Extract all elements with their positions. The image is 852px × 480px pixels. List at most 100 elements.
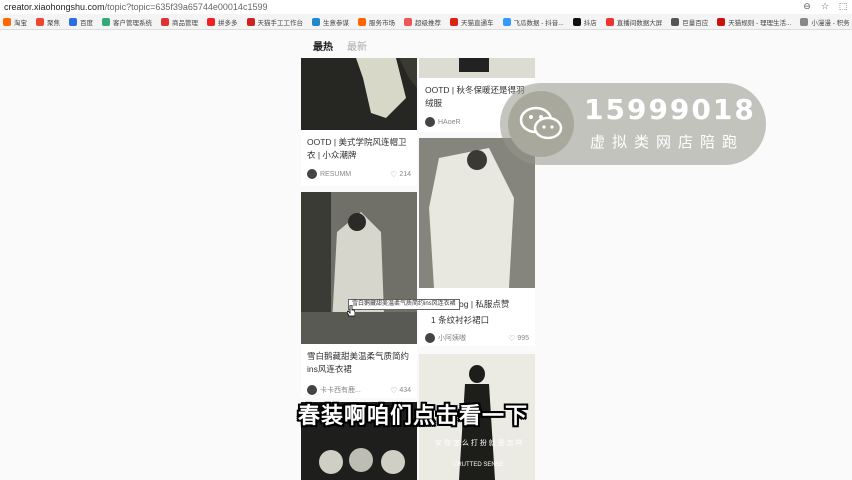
bookmark-item[interactable]: 聚焦 — [36, 17, 60, 27]
video-subtitle: 春装啊咱们点击看一下 — [298, 403, 529, 428]
note-cover-image[interactable] — [301, 192, 417, 344]
bookmark-label: 直播间数据大屏 — [616, 19, 663, 27]
note-title[interactable]: og | 私服点赞 — [459, 298, 529, 311]
zoom-icon[interactable]: ⊖ — [802, 1, 812, 11]
note-card-left-2[interactable]: 雪白鹅藏甜美温柔气质简约ins风连衣裙 卡卡西有鹿... ♡ 434 — [301, 192, 417, 398]
bookmark-item[interactable]: 飞瓜数据 - 抖音... — [502, 17, 564, 27]
author-name[interactable]: RESUMM — [320, 171, 390, 178]
bookmark-label: 巨量百应 — [682, 19, 709, 27]
bookmark-label: 客户管理系统 — [113, 19, 152, 27]
url-text[interactable]: creator.xiaohongshu.com/topic?topic=635f… — [4, 2, 267, 12]
bookmark-item[interactable]: 生意参谋 — [312, 17, 349, 27]
bookmark-label: 飞瓜数据 - 抖音... — [513, 19, 564, 27]
bookmark-item[interactable]: 商品管理 — [161, 17, 198, 27]
wechat-icon — [508, 91, 574, 157]
bookmark-item[interactable]: 客户管理系统 — [102, 17, 152, 27]
bookmark-label: 抖店 — [583, 19, 597, 27]
cover-graphic — [419, 138, 535, 288]
favicon-icon — [671, 17, 680, 26]
watermark-phone: 15999018 — [584, 93, 756, 126]
bookmark-item[interactable]: 天猫规则 - 理理生活... — [717, 17, 791, 27]
cover-brand-text: CRUTTED SENSE — [453, 462, 504, 468]
bookmark-label: 生意参谋 — [323, 19, 349, 27]
author-name[interactable]: 卡卡西有鹿... — [320, 385, 390, 395]
favicon-icon — [207, 17, 215, 26]
bookmark-item[interactable]: 百度 — [69, 17, 93, 27]
address-bar[interactable]: creator.xiaohongshu.com/topic?topic=635f… — [0, 0, 852, 14]
bookmark-label: 百度 — [80, 19, 93, 27]
note-meta: 卡卡西有鹿... ♡ 434 — [307, 384, 411, 396]
favicon-icon — [605, 17, 614, 26]
favicon-icon — [572, 17, 581, 26]
note-meta: 小阿姨嗷 ♡ 995 — [425, 332, 529, 344]
note-title[interactable]: OOTD | 美式学院风连帽卫衣 | 小众潮牌 — [307, 136, 411, 162]
feed-tabs: 最热 最新 — [313, 38, 367, 53]
bookmark-label: 聚焦 — [47, 19, 60, 27]
note-cover-image[interactable] — [301, 58, 417, 130]
note-card-right-2[interactable]: og | 私服点赞 1 条纹衬衫裙口 小阿姨嗷 ♡ 995 — [419, 138, 535, 346]
cover-overlay-text: 安 你 怎 么 打 扮 就 是 怎 样 — [435, 440, 523, 447]
bookmark-item[interactable]: 天猫手工工作台 — [246, 17, 304, 27]
favicon-icon — [246, 17, 255, 26]
bookmarks-bar: 淘宝 聚焦 百度 客户管理系统 商品管理 拼多多 天猫手工工作台 生意参谋 服务市场 超级推荐 天猫… — [0, 14, 852, 30]
like-count[interactable]: ♡ 434 — [390, 386, 411, 395]
favicon-icon — [161, 17, 169, 26]
bookmark-label: 商品管理 — [172, 19, 198, 27]
favicon-icon — [312, 17, 320, 26]
heart-icon: ♡ — [390, 169, 398, 179]
favicon-icon — [404, 17, 412, 26]
favicon-icon — [69, 17, 77, 26]
bookmark-item[interactable]: 直播间数据大屏 — [605, 17, 663, 27]
author-name[interactable]: 小阿姨嗷 — [438, 333, 508, 343]
favicon-icon — [36, 17, 44, 26]
bookmark-item[interactable]: 巨量百应 — [671, 17, 708, 27]
like-count[interactable]: ♡ 214 — [390, 170, 411, 179]
bookmark-label: 天猫直通车 — [461, 19, 494, 27]
favicon-icon — [800, 17, 809, 26]
hand-cursor-icon — [347, 305, 355, 317]
bookmark-label: 淘宝 — [14, 19, 27, 27]
cover-graphic — [356, 58, 417, 118]
bookmark-item[interactable]: 淘宝 — [3, 17, 27, 27]
bookmark-label: 小漫漫 - 积务 — [811, 19, 850, 27]
cover-graphic — [459, 58, 489, 72]
bookmark-item[interactable]: 抖店 — [572, 17, 597, 27]
bookmark-item[interactable]: 拼多多 — [207, 17, 238, 27]
favicon-icon — [358, 17, 366, 26]
bookmark-label: 服务市场 — [369, 19, 395, 27]
note-cover-image[interactable] — [419, 138, 535, 288]
note-subtitle[interactable]: 1 条纹衬衫裙口 — [431, 314, 529, 327]
favicon-icon — [717, 17, 726, 26]
avatar[interactable] — [425, 117, 435, 127]
tab-hot[interactable]: 最热 — [313, 38, 333, 53]
favicon-icon — [3, 17, 11, 26]
title-tooltip: 雪白鹅藏甜美温柔气质简约ins风连衣裙 — [348, 299, 460, 310]
favicon-icon — [450, 17, 458, 26]
watermark-subtitle: 虚拟类网店陪跑 — [590, 134, 745, 151]
bookmark-item[interactable]: 服务市场 — [358, 17, 395, 27]
bookmark-label: 天猫手工工作台 — [257, 19, 304, 27]
heart-icon: ♡ — [508, 333, 516, 343]
bookmark-item[interactable]: 超级推荐 — [404, 17, 441, 27]
bookmark-label: 拼多多 — [218, 19, 238, 27]
favicon-icon — [502, 17, 511, 26]
extensions-icon[interactable]: ⬚ — [838, 1, 848, 11]
bookmark-item[interactable]: 天猫直通车 — [450, 17, 494, 27]
note-cover-image[interactable] — [419, 58, 535, 78]
bookmark-item[interactable]: 小漫漫 - 积务 — [800, 17, 850, 27]
avatar[interactable] — [307, 385, 317, 395]
note-card-left-1[interactable]: OOTD | 美式学院风连帽卫衣 | 小众潮牌 RESUMM ♡ 214 — [301, 58, 417, 186]
star-icon[interactable]: ☆ — [820, 1, 830, 11]
bookmark-label: 天猫规则 - 理理生活... — [728, 19, 792, 27]
like-count[interactable]: ♡ 995 — [508, 334, 529, 343]
bookmark-label: 超级推荐 — [415, 19, 441, 27]
note-title[interactable]: 雪白鹅藏甜美温柔气质简约ins风连衣裙 — [307, 350, 411, 376]
avatar[interactable] — [307, 169, 317, 179]
avatar[interactable] — [425, 333, 435, 343]
cover-graphic — [301, 192, 417, 344]
heart-icon: ♡ — [390, 385, 398, 395]
note-meta: RESUMM ♡ 214 — [307, 168, 411, 180]
contact-watermark: 15999018 虚拟类网店陪跑 — [500, 83, 766, 165]
tab-new[interactable]: 最新 — [347, 38, 367, 53]
favicon-icon — [102, 17, 110, 26]
